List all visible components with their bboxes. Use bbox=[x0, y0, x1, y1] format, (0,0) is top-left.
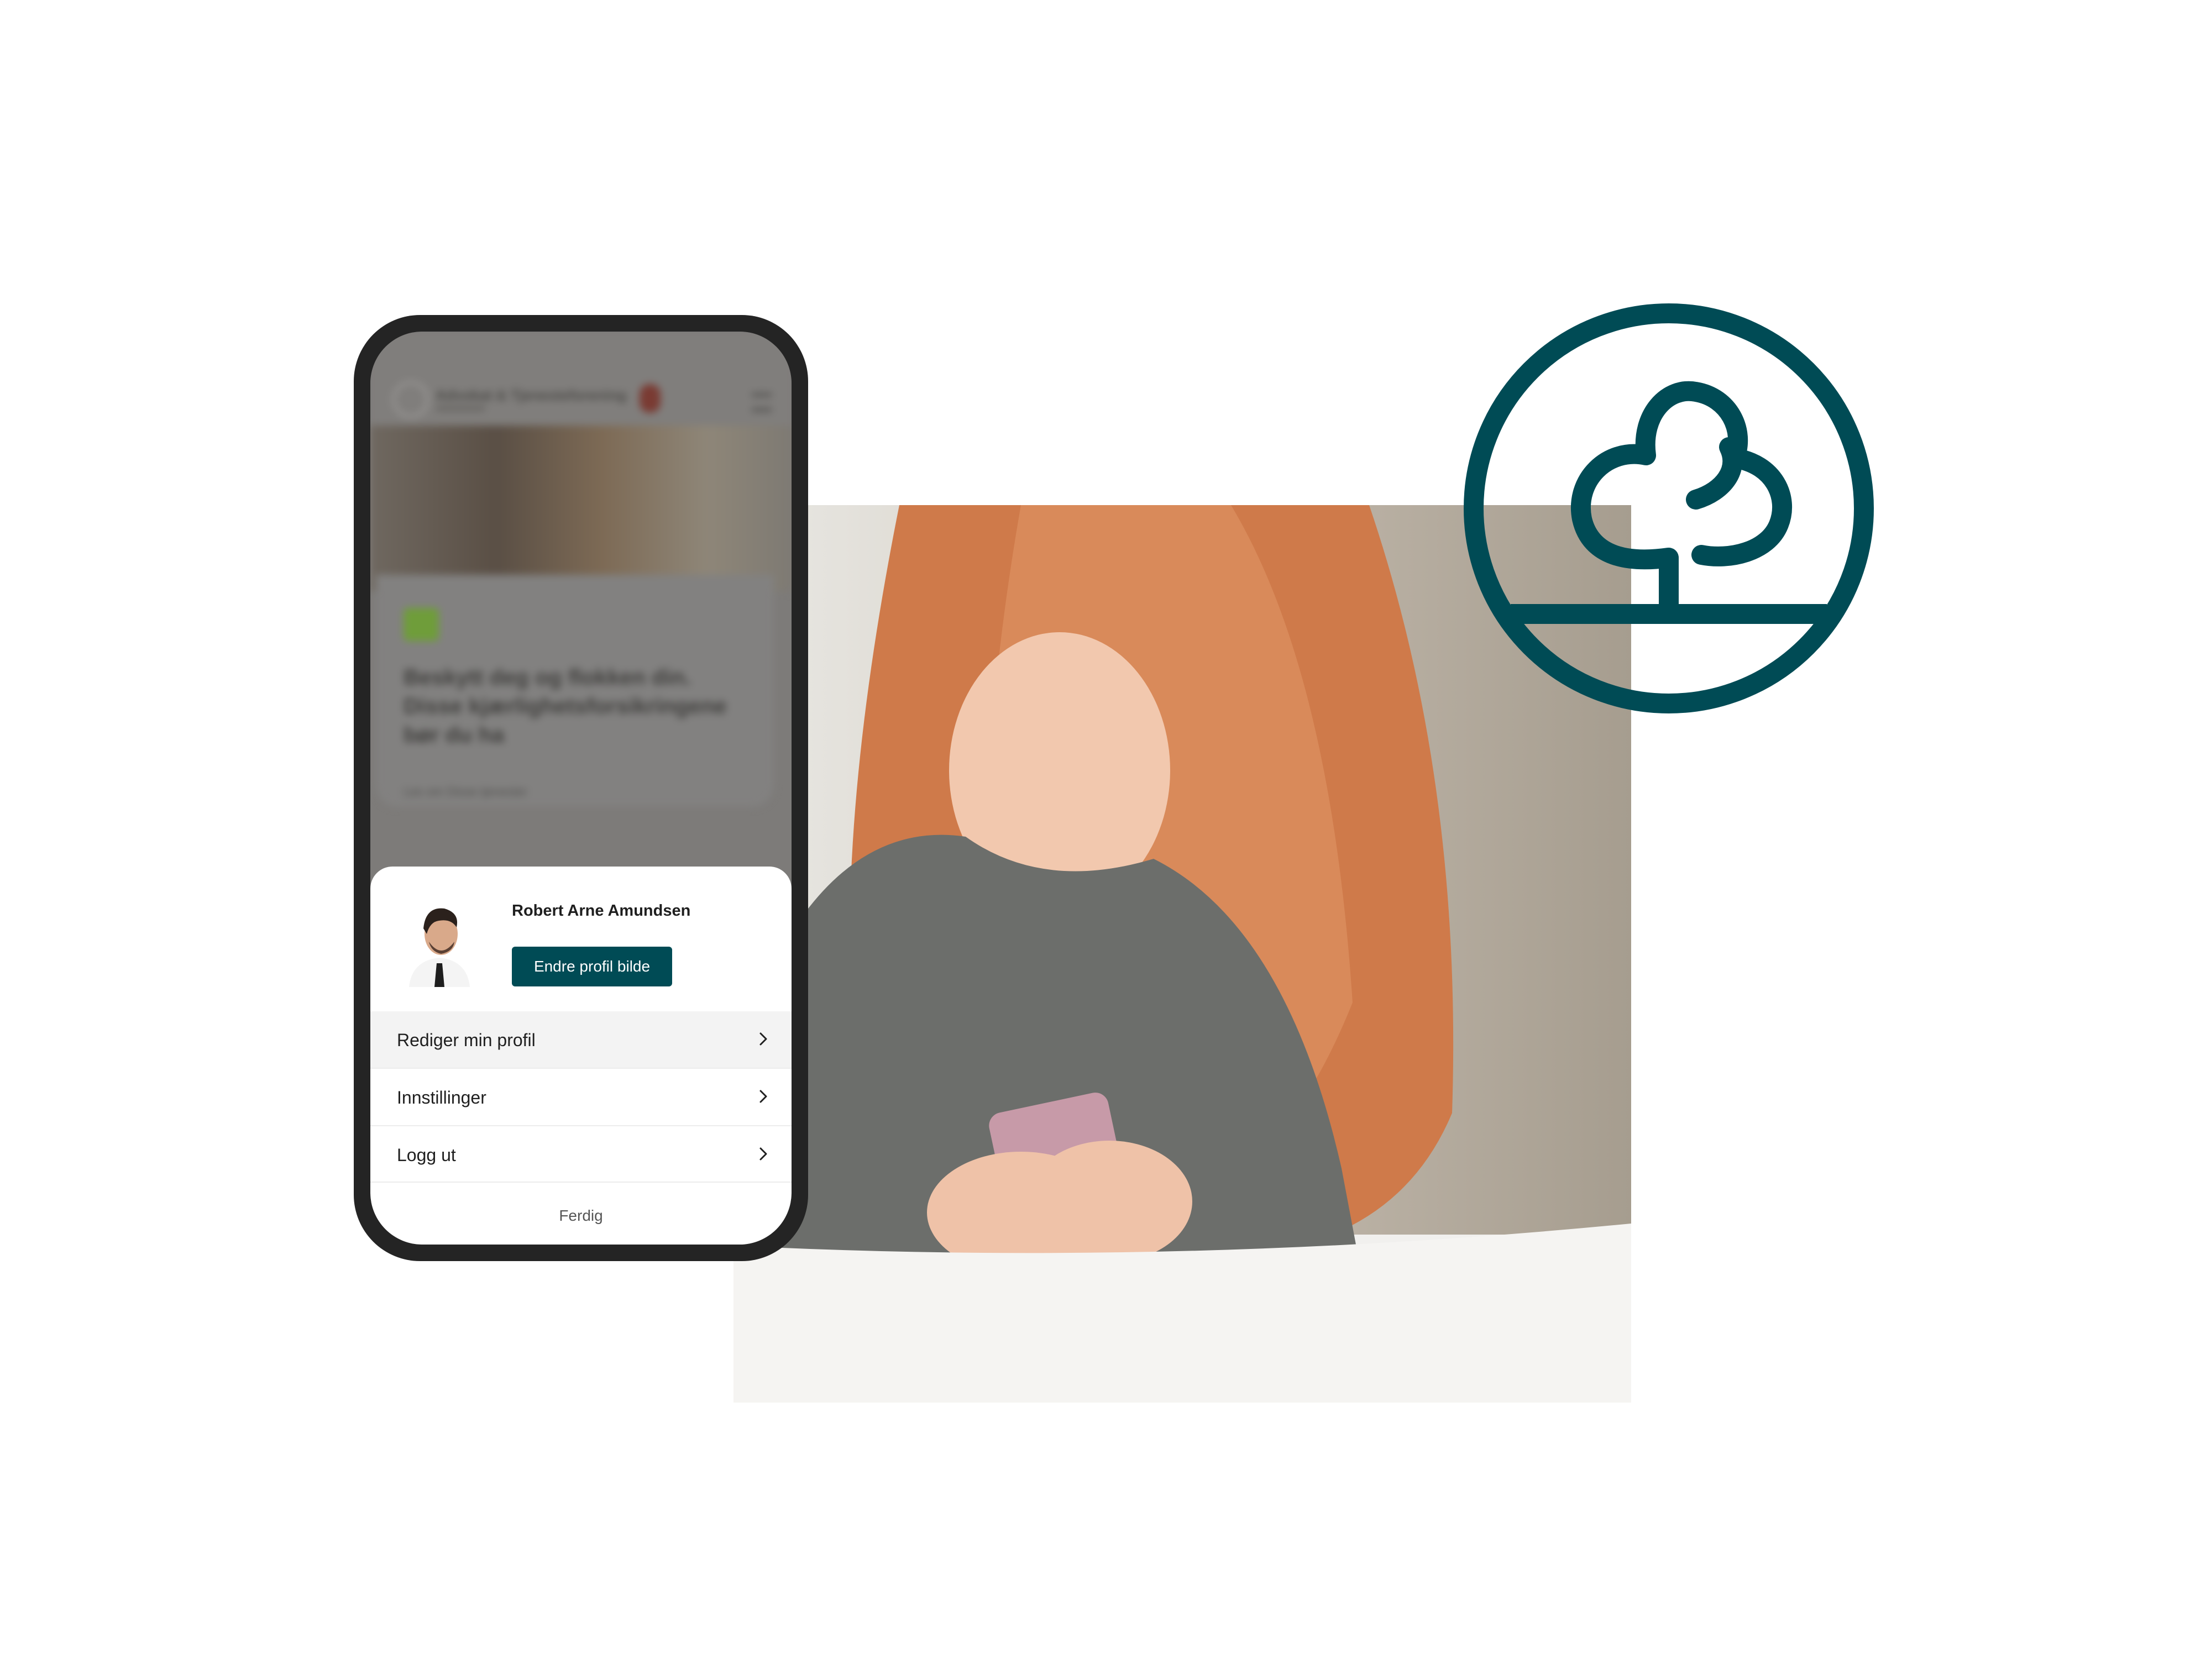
profile-avatar bbox=[398, 894, 481, 987]
app-brand-subtitle bbox=[436, 406, 485, 411]
phone-mockup: Advokat & Tjenesteforening Beskytt deg o… bbox=[354, 315, 808, 1261]
header-avatar[interactable] bbox=[640, 384, 661, 413]
menu-item-edit-profile[interactable]: Rediger min profil bbox=[370, 1011, 792, 1068]
chevron-right-icon bbox=[759, 1090, 767, 1103]
tree-in-circle-icon bbox=[1464, 303, 1874, 713]
menu-item-label: Logg ut bbox=[397, 1145, 456, 1165]
menu-divider bbox=[370, 1182, 792, 1183]
app-logo-icon bbox=[392, 381, 429, 418]
menu-item-logout[interactable]: Logg ut bbox=[370, 1125, 792, 1183]
phone-screen: Advokat & Tjenesteforening Beskytt deg o… bbox=[370, 332, 792, 1245]
hero-image bbox=[370, 426, 792, 591]
heart-icon bbox=[404, 608, 439, 641]
profile-name: Robert Arne Amundsen bbox=[512, 902, 691, 920]
article-headline: Beskytt deg og flokken din. Disse kjærli… bbox=[404, 665, 727, 747]
chevron-right-icon bbox=[759, 1032, 767, 1046]
menu-item-settings[interactable]: Innstillinger bbox=[370, 1068, 792, 1125]
done-button[interactable]: Ferdig bbox=[370, 1207, 792, 1225]
profile-bottom-sheet: Robert Arne Amundsen Endre profil bilde … bbox=[370, 867, 792, 1245]
hamburger-menu-icon[interactable] bbox=[752, 393, 772, 411]
change-profile-photo-button[interactable]: Endre profil bilde bbox=[512, 947, 672, 986]
chevron-right-icon bbox=[759, 1147, 767, 1161]
article-link[interactable]: Les om Disse tjenester bbox=[404, 785, 527, 799]
app-header bbox=[370, 332, 792, 426]
menu-item-label: Innstillinger bbox=[397, 1088, 486, 1107]
menu-item-label: Rediger min profil bbox=[397, 1030, 536, 1050]
app-brand: Advokat & Tjenesteforening bbox=[436, 387, 627, 403]
profile-portrait bbox=[398, 894, 481, 987]
